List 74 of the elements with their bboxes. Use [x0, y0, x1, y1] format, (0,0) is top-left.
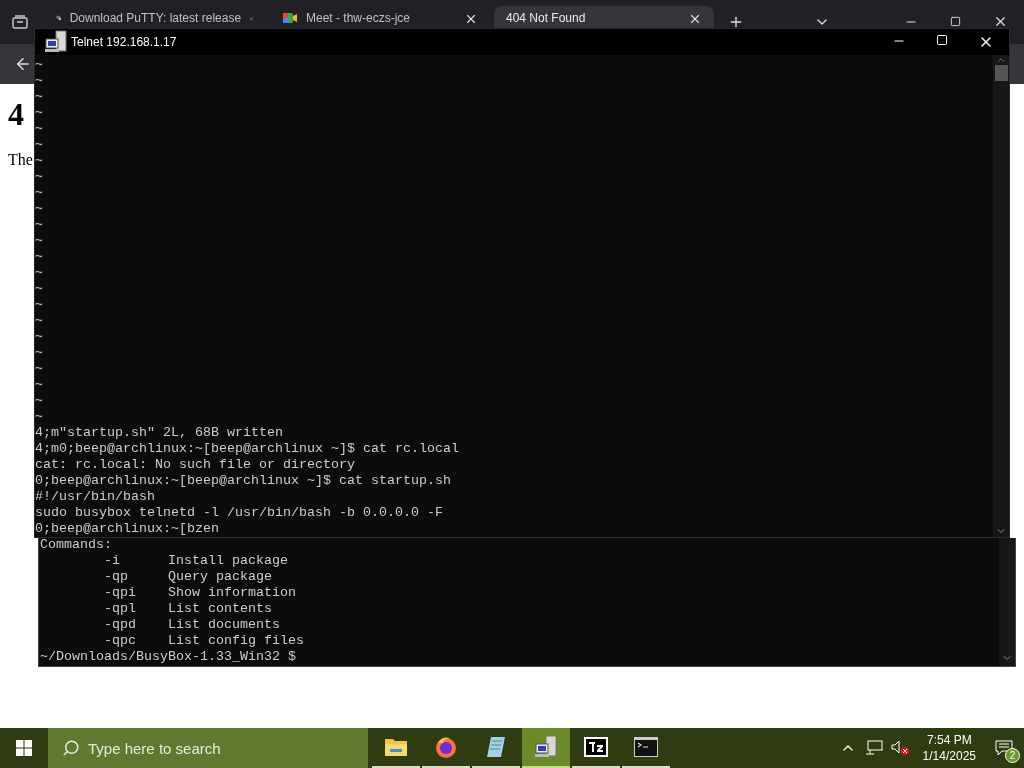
terminal-line: #!/usr/bin/bash — [35, 489, 155, 505]
flag-label: -qpd — [104, 617, 136, 632]
terminal-line: ~ — [35, 137, 43, 153]
archive-icon — [584, 737, 608, 757]
muted-speaker-icon[interactable] — [890, 740, 911, 756]
notepad-icon — [484, 735, 508, 759]
description-text: Show information — [168, 585, 296, 601]
browser-tab[interactable]: 404 Not Found — [494, 6, 714, 28]
maximize-icon[interactable] — [936, 34, 948, 46]
terminal-line: sudo busybox telnetd -l /usr/bin/bash -b 0.0.0.0 -F — [35, 505, 443, 521]
flag-label: -qp — [104, 569, 128, 584]
flag-label: -qpi — [104, 585, 136, 600]
video-call-icon — [282, 10, 298, 26]
terminal-line: ~ — [35, 89, 43, 105]
terminal-line: ~ — [35, 153, 43, 169]
terminal-line: ~ — [35, 409, 43, 425]
window-title: Telnet 192.168.1.17 — [71, 34, 177, 51]
terminal-line: ~ — [35, 345, 43, 361]
scroll-thumb[interactable] — [994, 65, 1008, 81]
network-icon[interactable] — [864, 740, 883, 756]
description-text: List config files — [168, 633, 304, 649]
windows-logo-icon — [16, 740, 32, 756]
clock-date: 1/14/2025 — [922, 748, 976, 764]
terminal-line: ~ — [35, 249, 43, 265]
tab-list-icon — [12, 15, 28, 29]
terminal-line: ~ — [35, 281, 43, 297]
terminal-line: ~ — [35, 57, 43, 73]
clock-time: 7:54 PM — [926, 732, 972, 748]
terminal-line: ~ — [35, 233, 43, 249]
browser-tab[interactable]: Meet - thw-eczs-jce — [270, 6, 490, 28]
terminal-icon — [634, 737, 658, 757]
terminal-line: ~ — [35, 105, 43, 121]
terminal-line: ~ — [35, 217, 43, 233]
tab-title: 404 Not Found — [506, 10, 587, 26]
firefox-icon — [434, 735, 458, 759]
terminal-line: 4;m0;beep@archlinux:~[beep@archlinux ~]$ cat rc.local — [35, 441, 459, 457]
terminal-line: 0;beep@archlinux:~[beep@archlinux ~]$ cat startup.sh — [35, 473, 451, 489]
terminal-line: ~ — [35, 201, 43, 217]
flag-label: -qpl — [104, 601, 136, 616]
terminal-line: 0;beep@archlinux:~[bzen — [35, 521, 219, 537]
tab-title: Meet - thw-eczs-jce — [306, 10, 412, 26]
terminal-line: ~ — [35, 297, 43, 313]
search-field[interactable]: Type here to search — [48, 728, 368, 768]
search-icon — [62, 739, 80, 757]
browser-tab[interactable]: Download PuTTY: latest release — [44, 6, 266, 28]
description-text: Query package — [168, 569, 272, 585]
terminal-line: ~ — [35, 393, 43, 409]
terminal-line: ~ — [35, 185, 43, 201]
page-paragraph: The — [8, 150, 33, 170]
page-heading: 4 — [8, 95, 24, 134]
terminal-line: ~ — [35, 361, 43, 377]
console-line: Commands: — [40, 537, 112, 553]
description-text: Install package — [168, 553, 288, 569]
terminal-line: ~ — [35, 73, 43, 89]
tab-title: Download PuTTY: latest release — [69, 10, 242, 26]
new-tab-icon[interactable] — [728, 14, 744, 30]
terminal-line: ~ — [35, 265, 43, 281]
terminal-line: ~ — [35, 329, 43, 345]
description-text: List contents — [168, 601, 272, 617]
flag-label: -qpc — [104, 633, 136, 648]
folder-icon — [384, 736, 408, 758]
notification-count: 2 — [1005, 748, 1020, 763]
terminal-line: 4;m"startup.sh" 2L, 68B written — [35, 425, 283, 441]
scroll-up-icon[interactable] — [996, 55, 1006, 65]
terminal-line: ~ — [35, 121, 43, 137]
terminal-line: ~ — [35, 313, 43, 329]
description-text: List documents — [168, 617, 280, 633]
terminal-line: cat: rc.local: No such file or directory — [35, 457, 355, 473]
restore-icon[interactable] — [950, 16, 961, 27]
back-icon[interactable] — [14, 55, 32, 73]
console-line: ~/Downloads/BusyBox-1.33_Win32 $ — [40, 649, 296, 665]
flag-label: -i — [104, 553, 120, 568]
terminal-line: ~ — [35, 377, 43, 393]
terminal-line: ~ — [35, 169, 43, 185]
